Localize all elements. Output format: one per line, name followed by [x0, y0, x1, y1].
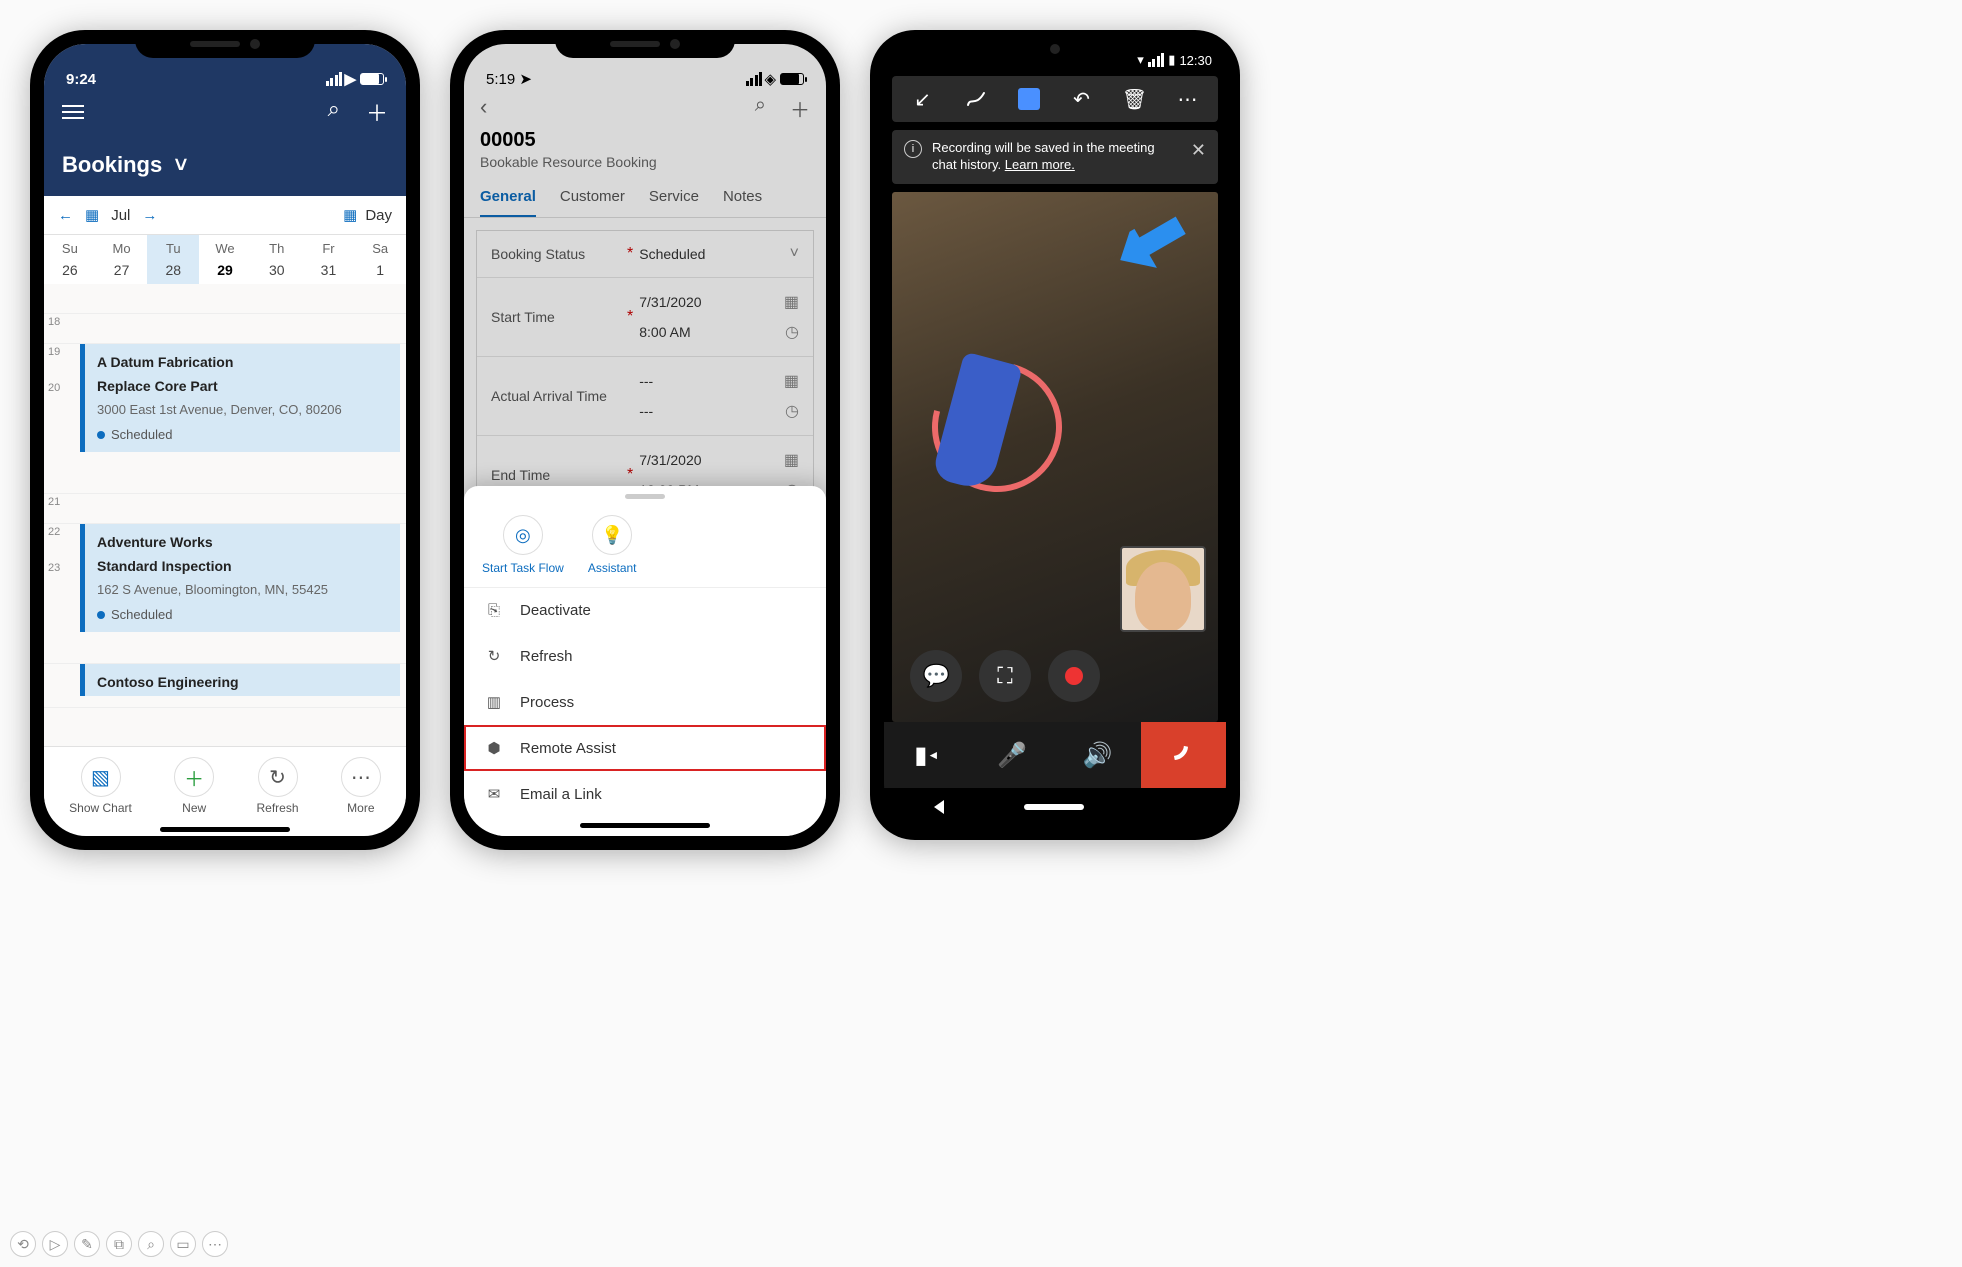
phone-bookings-list: 9:24 ▶ ⌕ ＋ Bookings ˅ ← ▦ Jul → ▦ Day [30, 30, 420, 850]
process-icon: ▥ [484, 693, 504, 711]
wifi-icon: ▾ [1137, 52, 1144, 68]
refresh-button[interactable]: ↻Refresh [256, 757, 298, 815]
status-time: 9:24 [66, 71, 96, 88]
app-header: ⌕ ＋ Bookings ˅ [44, 88, 406, 196]
menu-remote-assist[interactable]: ⬢Remote Assist [464, 725, 826, 771]
learn-more-link[interactable]: Learn more. [1005, 157, 1075, 172]
day-col-selected[interactable]: Tu28 [147, 235, 199, 284]
booking-event[interactable]: A Datum Fabrication Replace Core Part 30… [80, 344, 400, 452]
add-icon[interactable]: ＋ [366, 96, 388, 128]
email-icon: ✉ [484, 785, 504, 803]
document-toolbar: ⟲ ▷ ✎ ⧉ ⌕ ▭ ⋯ [10, 1231, 228, 1257]
minimize-icon[interactable]: ↙ [910, 86, 936, 112]
battery-icon: ▮ [1168, 52, 1175, 68]
record-button[interactable] [1048, 650, 1100, 702]
menu-icon[interactable] [62, 105, 84, 119]
day-col[interactable]: Mo27 [96, 235, 148, 284]
target-icon: ◎ [503, 515, 543, 555]
delete-icon[interactable]: 🗑 [1122, 86, 1148, 112]
more-icon[interactable]: ⋯ [1175, 86, 1201, 112]
prev-arrow-icon[interactable]: ← [58, 207, 73, 224]
phone-remote-assist-call: ▾ ▮ 12:30 ↙ ↶ 🗑 ⋯ i Recording will be sa… [870, 30, 1240, 840]
menu-email-link[interactable]: ✉Email a Link [464, 771, 826, 817]
new-button[interactable]: ＋New [174, 757, 214, 815]
deactivate-icon: ⎘ [484, 602, 504, 619]
nav-home[interactable] [1024, 804, 1084, 810]
day-header-row: Su26 Mo27 Tu28 We29 Th30 Fr31 Sa1 [44, 235, 406, 284]
page-title[interactable]: Bookings ˅ [62, 152, 388, 178]
day-col[interactable]: Su26 [44, 235, 96, 284]
remote-assist-icon: ⬢ [484, 739, 504, 757]
ink-icon[interactable] [963, 86, 989, 112]
event-title: A Datum Fabrication [97, 354, 388, 370]
speaker-button[interactable]: 🔊 [1055, 722, 1141, 788]
home-indicator [580, 823, 710, 828]
doc-btn[interactable]: ▭ [170, 1231, 196, 1257]
self-view[interactable] [1120, 546, 1206, 632]
view-label[interactable]: Day [365, 207, 392, 224]
more-button[interactable]: ⋯More [341, 757, 381, 815]
event-subtitle: Replace Core Part [97, 378, 388, 394]
calendar-icon: ▦ [343, 206, 357, 224]
doc-btn[interactable]: ⋯ [202, 1231, 228, 1257]
next-arrow-icon[interactable]: → [142, 207, 157, 224]
timeline[interactable]: 18 1920 A Datum Fabrication Replace Core… [44, 284, 406, 746]
assistant-button[interactable]: 💡Assistant [588, 515, 637, 575]
hangup-button[interactable] [1141, 722, 1227, 788]
nav-back[interactable] [934, 800, 944, 814]
android-nav [884, 788, 1226, 826]
annotation-arrow [1110, 208, 1196, 286]
day-col[interactable]: Fr31 [303, 235, 355, 284]
lightbulb-icon: 💡 [592, 515, 632, 555]
capture-button[interactable]: ⛶ [979, 650, 1031, 702]
doc-btn[interactable]: ⟲ [10, 1231, 36, 1257]
day-col[interactable]: Sa1 [354, 235, 406, 284]
booking-event[interactable]: Adventure Works Standard Inspection 162 … [80, 524, 400, 632]
undo-icon[interactable]: ↶ [1069, 86, 1095, 112]
show-chart-button[interactable]: ▧Show Chart [69, 757, 132, 815]
recording-banner: i Recording will be saved in the meeting… [892, 130, 1218, 184]
video-toggle-button[interactable]: ▮◄ [884, 722, 970, 788]
info-icon: i [904, 140, 922, 158]
calendar-icon[interactable]: ▦ [85, 206, 99, 224]
action-sheet: ◎Start Task Flow 💡Assistant ⎘Deactivate … [464, 486, 826, 836]
month-label: Jul [111, 207, 130, 224]
doc-btn[interactable]: ⌕ [138, 1231, 164, 1257]
drag-handle[interactable] [625, 494, 665, 499]
status-time: 12:30 [1179, 53, 1212, 68]
event-title: Adventure Works [97, 534, 388, 550]
chat-button[interactable]: 💬 [910, 650, 962, 702]
start-task-flow-button[interactable]: ◎Start Task Flow [482, 515, 564, 575]
menu-deactivate[interactable]: ⎘Deactivate [464, 588, 826, 633]
refresh-icon: ↻ [484, 647, 504, 665]
day-col[interactable]: Th30 [251, 235, 303, 284]
phone-booking-detail: 5:19 ➤ ◈ ‹ ⌕ ＋ 00005 Bookable Resource B… [450, 30, 840, 850]
bottom-toolbar: ▧Show Chart ＋New ↻Refresh ⋯More [44, 746, 406, 821]
menu-refresh[interactable]: ↻Refresh [464, 633, 826, 679]
call-controls: ▮◄ 🎤 🔊 [884, 722, 1226, 788]
annotation-toolbar: ↙ ↶ 🗑 ⋯ [892, 76, 1218, 122]
calendar-nav: ← ▦ Jul → ▦ Day [44, 196, 406, 235]
close-icon[interactable]: ✕ [1191, 140, 1206, 161]
event-title: Contoso Engineering [97, 674, 388, 690]
day-col-today[interactable]: We29 [199, 235, 251, 284]
doc-btn[interactable]: ⧉ [106, 1231, 132, 1257]
home-indicator [160, 827, 290, 832]
menu-process[interactable]: ▥Process [464, 679, 826, 725]
booking-event[interactable]: Contoso Engineering [80, 664, 400, 696]
event-status: Scheduled [97, 427, 388, 442]
remote-video-feed[interactable]: 💬 ⛶ [892, 192, 1218, 722]
float-controls: 💬 ⛶ [892, 650, 1118, 702]
event-status: Scheduled [97, 607, 388, 622]
doc-btn[interactable]: ▷ [42, 1231, 68, 1257]
event-address: 3000 East 1st Avenue, Denver, CO, 80206 [97, 402, 388, 417]
event-address: 162 S Avenue, Bloomington, MN, 55425 [97, 582, 388, 597]
search-icon[interactable]: ⌕ [328, 96, 340, 128]
event-subtitle: Standard Inspection [97, 558, 388, 574]
mic-toggle-button[interactable]: 🎤 [970, 722, 1056, 788]
color-picker[interactable] [1016, 86, 1042, 112]
equipment-object [947, 357, 1047, 567]
doc-btn[interactable]: ✎ [74, 1231, 100, 1257]
